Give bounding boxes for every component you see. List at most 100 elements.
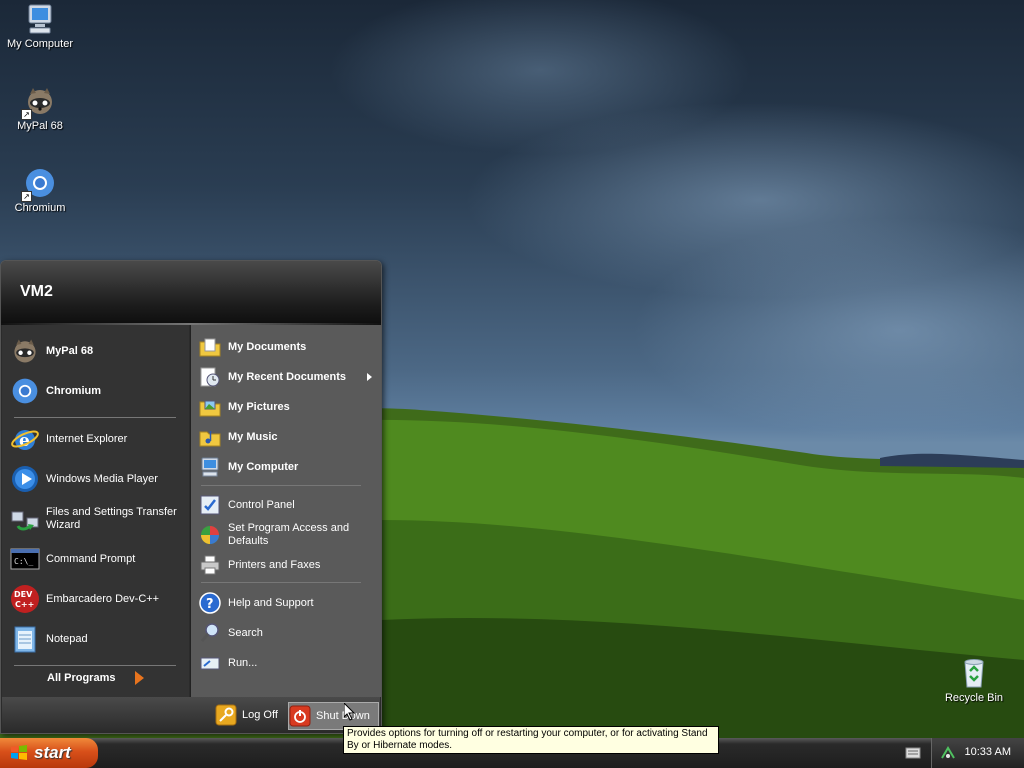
my-computer-icon [199,456,221,478]
keyboard-icon[interactable] [905,746,921,760]
svg-text:C++: C++ [15,600,34,609]
all-programs-button[interactable]: All Programs [47,668,149,688]
power-icon [289,705,311,727]
item-label: Files and Settings Transfer Wizard [46,506,177,531]
desktop-icon-my-computer[interactable]: My Computer [0,2,80,50]
item-label: My Computer [228,460,299,473]
windows-logo-icon [11,745,27,760]
desktop-icon-chromium[interactable]: ↗ Chromium [0,166,80,214]
chromium-icon [10,376,40,406]
log-off-label: Log Off [242,709,278,721]
setting-printers[interactable]: Printers and Faxes [199,554,377,576]
help-and-support[interactable]: ? Help and Support [199,592,377,614]
start-menu-header: VM2 [1,261,381,323]
run-icon [199,652,221,674]
pinned-item-mypal[interactable]: MyPal 68 [10,336,188,366]
help-icon: ? [199,592,221,614]
shortcut-arrow-icon: ↗ [21,191,32,202]
program-access-icon [199,524,221,546]
search-icon [199,622,221,644]
item-label: My Music [228,430,278,443]
desktop-icon-label: Recycle Bin [944,692,1004,704]
user-name: VM2 [20,283,53,300]
my-computer-icon [23,2,57,36]
folder-music-icon [199,426,221,448]
start-label: start [34,743,71,762]
item-label: My Pictures [228,400,290,413]
recycle-bin-icon [957,656,991,690]
item-label: My Recent Documents [228,370,346,383]
desktop-icon-label: My Computer [6,38,74,50]
item-label: Windows Media Player [46,472,158,485]
item-label: Chromium [46,384,101,397]
mouse-cursor-icon [344,703,356,721]
item-label: Command Prompt [46,552,136,565]
recent-item-command-prompt[interactable]: C:\_ Command Prompt [10,544,188,574]
place-my-pictures[interactable]: My Pictures [199,396,377,418]
programs-separator [14,665,176,666]
place-recent-documents[interactable]: My Recent Documents [199,366,377,388]
recent-item-internet-explorer[interactable]: e Internet Explorer [10,424,188,454]
recent-item-media-player[interactable]: Windows Media Player [10,464,188,494]
mypal-icon: ↗ [21,84,57,120]
arrow-right-icon [135,671,145,685]
start-menu: VM2 MyPal 68 Chromium e Internet Explore… [0,260,382,734]
pinned-item-chromium[interactable]: Chromium [10,376,188,406]
settings-separator [201,582,361,583]
item-label: Run... [228,656,258,669]
desktop-icon-recycle-bin[interactable]: Recycle Bin [934,656,1014,704]
all-programs-label: All Programs [47,672,116,684]
recent-item-notepad[interactable]: Notepad [10,624,188,654]
place-my-music[interactable]: My Music [199,426,377,448]
item-label: Search [228,626,263,639]
start-button[interactable]: start [0,738,98,768]
start-menu-places-pane: My Documents My Recent Documents My Pict… [190,325,381,697]
command-prompt-icon: C:\_ [10,544,40,574]
setting-program-access[interactable]: Set Program Access and Defaults [199,522,377,548]
desktop-icon-label: MyPal 68 [17,120,63,132]
desktop-icon-mypal[interactable]: ↗ MyPal 68 [0,84,80,132]
printer-icon [199,554,221,576]
system-tray: 10:33 AM [931,738,1024,768]
submenu-arrow-icon [367,373,372,381]
mypal-icon [10,336,40,366]
devcpp-icon: DEV C++ [10,584,40,614]
transfer-wizard-icon [10,504,40,534]
item-label: Printers and Faxes [228,558,321,571]
run[interactable]: Run... [199,652,377,674]
item-label: Internet Explorer [46,432,128,445]
log-off-button[interactable]: Log Off [215,702,278,728]
clock[interactable]: 10:33 AM [965,746,1011,758]
notepad-icon [10,624,40,654]
start-menu-footer: Log Off Shut Down [2,697,380,733]
shortcut-arrow-icon: ↗ [21,109,32,120]
desktop-icon-label: Chromium [14,202,66,214]
setting-control-panel[interactable]: Control Panel [199,494,377,516]
places-separator [201,485,361,486]
network-icon[interactable] [940,745,956,761]
item-label: My Documents [228,340,307,353]
svg-text:C:\_: C:\_ [14,557,33,566]
item-label: Control Panel [228,498,295,511]
chromium-icon: ↗ [21,166,57,202]
start-menu-programs-pane: MyPal 68 Chromium e Internet Explorer Wi… [2,325,189,697]
recent-item-transfer-wizard[interactable]: Files and Settings Transfer Wizard [10,504,188,534]
control-panel-icon [199,494,221,516]
place-my-computer[interactable]: My Computer [199,456,377,478]
media-player-icon [10,464,40,494]
shut-down-label: Shut Down [316,710,370,722]
recent-item-devcpp[interactable]: DEV C++ Embarcadero Dev-C++ [10,584,188,614]
shut-down-tooltip: Provides options for turning off or rest… [343,726,719,754]
item-label: MyPal 68 [46,344,94,357]
svg-text:DEV: DEV [14,590,33,599]
folder-documents-icon [199,336,221,358]
item-label: Notepad [46,632,88,645]
svg-text:?: ? [206,597,214,612]
item-label: Embarcadero Dev-C++ [46,592,160,605]
key-icon [215,704,237,726]
folder-pictures-icon [199,396,221,418]
place-my-documents[interactable]: My Documents [199,336,377,358]
pinned-separator [14,417,176,418]
search[interactable]: Search [199,622,377,644]
internet-explorer-icon: e [10,424,40,454]
